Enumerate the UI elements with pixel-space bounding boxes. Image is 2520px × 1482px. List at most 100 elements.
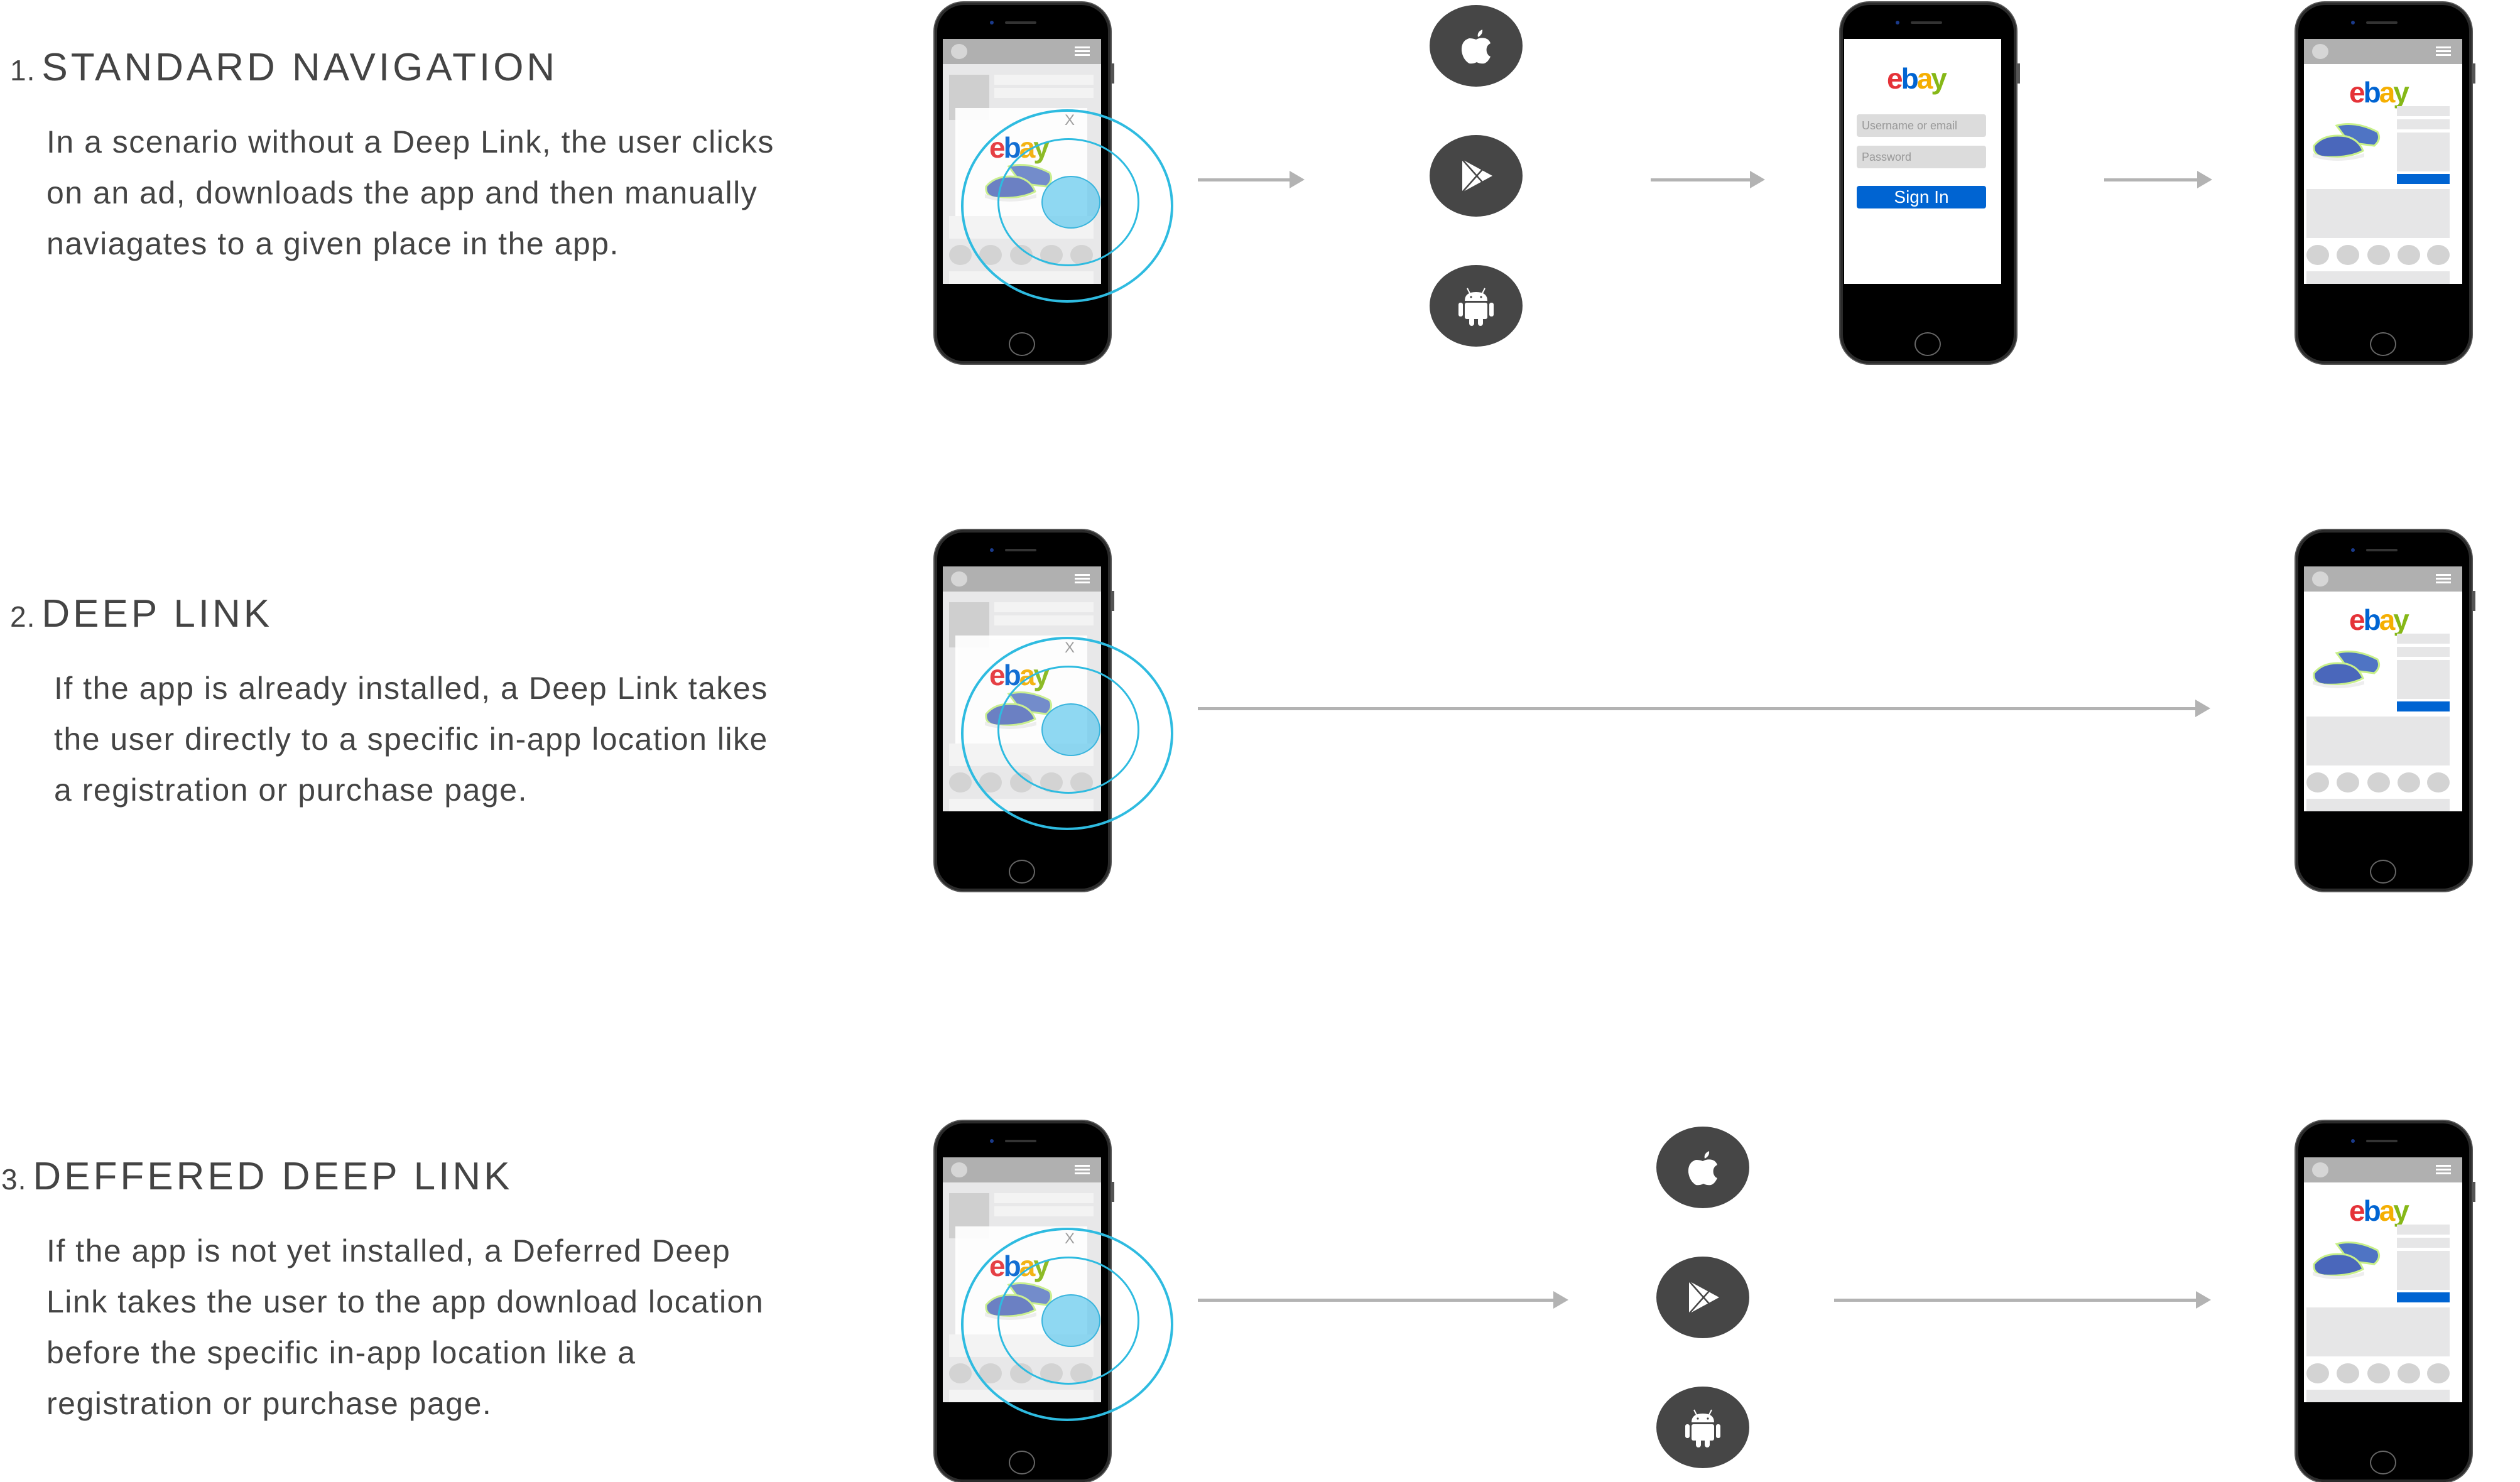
icon-placeholder — [2337, 772, 2359, 792]
price-placeholder — [2397, 119, 2450, 129]
icon-placeholder — [2427, 245, 2450, 265]
icon-placeholder — [2367, 1363, 2390, 1383]
google-play-icon — [1688, 1280, 1719, 1314]
buy-button[interactable] — [2397, 701, 2450, 711]
details-placeholder — [2397, 1251, 2450, 1290]
section-heading: 1. STANDARD NAVIGATION — [10, 45, 558, 90]
buy-button[interactable] — [2397, 1292, 2450, 1302]
icon-placeholder — [949, 1363, 972, 1383]
home-button — [1009, 332, 1035, 356]
camera-icon — [990, 548, 994, 552]
text-placeholder — [994, 602, 1094, 612]
camera-icon — [990, 1139, 994, 1143]
footer-placeholder — [2306, 799, 2450, 811]
phone-product-page: ebay — [2296, 1121, 2475, 1482]
buy-button[interactable] — [2397, 174, 2450, 184]
icon-placeholder — [2337, 1363, 2359, 1383]
avatar-placeholder — [2312, 44, 2328, 59]
icon-placeholder — [2306, 1363, 2329, 1383]
footer-placeholder — [2306, 1390, 2450, 1402]
phone-login-screen: ebay Username or email Password Sign In — [1840, 3, 2020, 364]
hamburger-menu-icon[interactable] — [1075, 1165, 1090, 1175]
section-heading: 2. DEEP LINK — [10, 592, 273, 636]
flow3-arrow-2 — [1834, 1291, 2211, 1309]
icon-placeholder — [2398, 1363, 2420, 1383]
tap-point — [1041, 176, 1100, 229]
sneaker-image[interactable] — [2310, 121, 2388, 165]
icon-placeholder — [949, 772, 972, 792]
android-icon — [1685, 1409, 1720, 1447]
side-button — [2473, 591, 2475, 611]
hamburger-menu-icon[interactable] — [2436, 1165, 2451, 1175]
home-button — [2370, 332, 2396, 356]
icon-placeholder — [2306, 772, 2329, 792]
apple-app-store-button[interactable] — [1656, 1127, 1749, 1208]
hamburger-menu-icon[interactable] — [2436, 46, 2451, 57]
details-placeholder — [2397, 660, 2450, 699]
details-placeholder — [2397, 133, 2450, 171]
speaker-icon — [1005, 1140, 1036, 1142]
icon-placeholder — [2337, 245, 2359, 265]
phone-screen: ebay Username or email Password Sign In — [1844, 39, 2001, 284]
side-button — [2473, 1182, 2475, 1202]
flow1-arrow-1 — [1198, 171, 1305, 188]
sign-in-button[interactable]: Sign In — [1857, 186, 1986, 208]
ebay-logo: ebay — [1887, 62, 1947, 95]
camera-icon — [2351, 21, 2355, 24]
android-store-button[interactable] — [1656, 1387, 1749, 1468]
icon-placeholder — [2398, 772, 2420, 792]
home-button — [1009, 860, 1035, 884]
description-placeholder — [2306, 189, 2450, 238]
app-topbar — [2304, 1157, 2462, 1182]
google-play-store-button[interactable] — [1656, 1257, 1749, 1338]
price-placeholder — [2397, 1238, 2450, 1248]
flow2-arrow — [1198, 700, 2210, 717]
footer-placeholder — [2306, 271, 2450, 284]
android-store-button[interactable] — [1430, 265, 1523, 347]
section-number: 2. — [10, 600, 36, 633]
icon-placeholder — [2427, 772, 2450, 792]
username-field[interactable]: Username or email — [1857, 114, 1986, 137]
flow3-arrow-1 — [1198, 1291, 1568, 1309]
apple-app-store-button[interactable] — [1430, 5, 1523, 87]
sneaker-image[interactable] — [2310, 648, 2388, 692]
avatar-placeholder — [951, 44, 967, 59]
android-icon — [1458, 288, 1494, 326]
section-title: DEEP LINK — [41, 592, 273, 636]
side-button — [2473, 63, 2475, 84]
hamburger-menu-icon[interactable] — [1075, 46, 1090, 57]
icon-placeholder — [2398, 245, 2420, 265]
google-play-store-button[interactable] — [1430, 135, 1523, 217]
home-button — [2370, 1451, 2396, 1474]
sneaker-image[interactable] — [2310, 1239, 2388, 1283]
home-button — [1009, 1451, 1035, 1474]
app-topbar — [2304, 566, 2462, 592]
text-placeholder — [994, 88, 1094, 98]
camera-icon — [1896, 21, 1899, 24]
icon-placeholder — [949, 245, 972, 265]
camera-icon — [2351, 548, 2355, 552]
description-placeholder — [2306, 1307, 2450, 1356]
phone-screen: ebay — [2304, 1157, 2462, 1402]
side-button — [1112, 591, 1114, 611]
text-placeholder — [994, 615, 1094, 625]
phone-product-page: ebay — [2296, 3, 2475, 364]
section-number: 3. — [1, 1163, 27, 1196]
avatar-placeholder — [2312, 571, 2328, 587]
text-placeholder — [994, 75, 1094, 85]
speaker-icon — [1005, 549, 1036, 551]
side-button — [2018, 63, 2020, 84]
password-field[interactable]: Password — [1857, 146, 1986, 168]
icon-placeholder — [2367, 245, 2390, 265]
section-description: In a scenario without a Deep Link, the u… — [46, 124, 774, 261]
app-topbar — [943, 1157, 1101, 1182]
app-topbar — [943, 39, 1101, 64]
section-description: If the app is not yet installed, a Defer… — [46, 1233, 764, 1421]
section-heading: 3. DEFFERED DEEP LINK — [1, 1154, 513, 1199]
ebay-logo: ebay — [2349, 1194, 2409, 1227]
hamburger-menu-icon[interactable] — [1075, 574, 1090, 584]
icon-placeholder — [2367, 772, 2390, 792]
hamburger-menu-icon[interactable] — [2436, 574, 2451, 584]
apple-icon — [1461, 30, 1491, 64]
ebay-logo: ebay — [2349, 76, 2409, 109]
